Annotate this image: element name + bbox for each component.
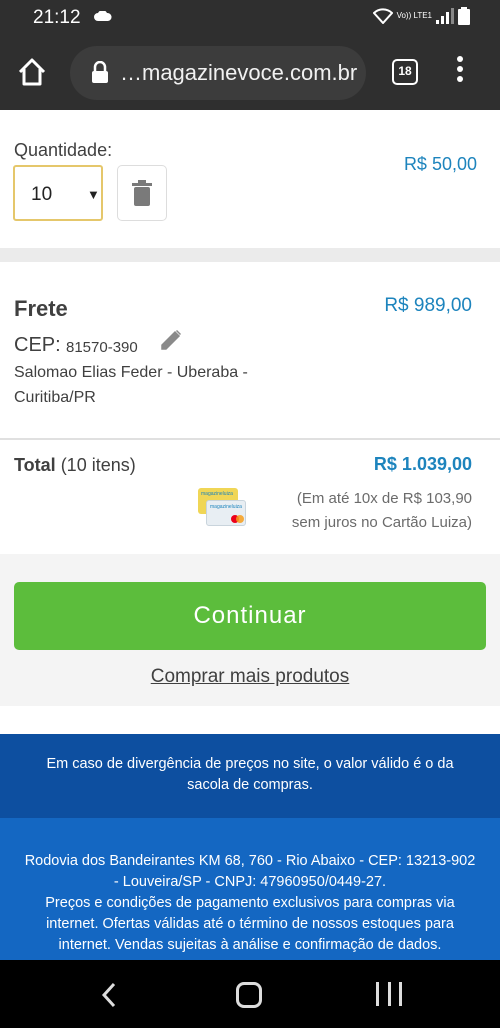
total-section: Total (10 itens) R$ 1.039,00 magazinelui… [0, 440, 500, 554]
home-icon[interactable] [16, 56, 48, 88]
buy-more-link[interactable]: Comprar mais produtos [0, 666, 500, 688]
cart-item: Quantidade: 10 ▼ R$ 50,00 [0, 110, 500, 248]
shipping-section: Frete R$ 989,00 CEP: 81570-390 Salomao E… [0, 262, 500, 440]
battery-icon [458, 7, 470, 25]
back-icon[interactable] [96, 980, 122, 1010]
caret-down-icon: ▼ [87, 187, 100, 202]
luiza-card-icon: magazineluiza magazineluiza [198, 488, 248, 530]
footer-address: Rodovia dos Bandeirantes KM 68, 760 - Ri… [24, 853, 476, 890]
signal-icon [436, 8, 454, 24]
footer-notice: Em caso de divergência de preços no site… [0, 734, 500, 818]
total-label: Total (10 itens) [14, 455, 136, 475]
wifi-icon [372, 8, 393, 24]
home-nav-icon[interactable] [236, 982, 262, 1008]
remove-item-button[interactable] [117, 165, 167, 221]
status-time: 21:12 [33, 7, 81, 28]
browser-toolbar: …magazinevoce.com.br 18 [0, 34, 500, 110]
cloud-icon [94, 11, 112, 21]
continue-button[interactable]: Continuar [14, 582, 486, 650]
cep-value: 81570-390 [66, 339, 138, 356]
overflow-menu-icon[interactable] [452, 56, 468, 88]
spacer [0, 706, 500, 734]
edit-pencil-icon[interactable] [159, 328, 183, 352]
installment-info: (Em até 10x de R$ 103,90 sem juros no Ca… [291, 490, 472, 531]
tab-switcher-button[interactable]: 18 [392, 59, 418, 85]
trash-icon [132, 180, 152, 206]
status-indicators: Vo)) LTE1 [372, 7, 470, 25]
quantity-select[interactable]: 10 ▼ [13, 165, 103, 221]
shipping-price: R$ 989,00 [384, 295, 472, 316]
section-divider [0, 248, 500, 262]
status-bar: 21:12 Vo)) LTE1 [0, 0, 500, 34]
address-line-1: Salomao Elias Feder - Uberaba - [14, 364, 248, 381]
cep-label: CEP: [14, 334, 61, 356]
shipping-title: Frete [14, 296, 68, 321]
address-bar[interactable]: …magazinevoce.com.br [70, 46, 366, 100]
quantity-label: Quantidade: [14, 140, 113, 160]
recent-apps-icon[interactable] [376, 982, 402, 1008]
item-price: R$ 50,00 [403, 154, 477, 174]
lock-icon [92, 61, 108, 83]
quantity-value: 10 [31, 184, 53, 205]
footer-legal: Rodovia dos Bandeirantes KM 68, 760 - Ri… [0, 818, 500, 960]
footer-terms: Preços e condições de pagamento exclusiv… [45, 895, 455, 953]
network-label: Vo)) LTE1 [396, 11, 432, 20]
system-nav-bar [0, 960, 500, 1028]
total-price: R$ 1.039,00 [373, 454, 472, 474]
url-text: …magazinevoce.com.br [120, 60, 358, 85]
address-line-2: Curitiba/PR [14, 389, 96, 406]
